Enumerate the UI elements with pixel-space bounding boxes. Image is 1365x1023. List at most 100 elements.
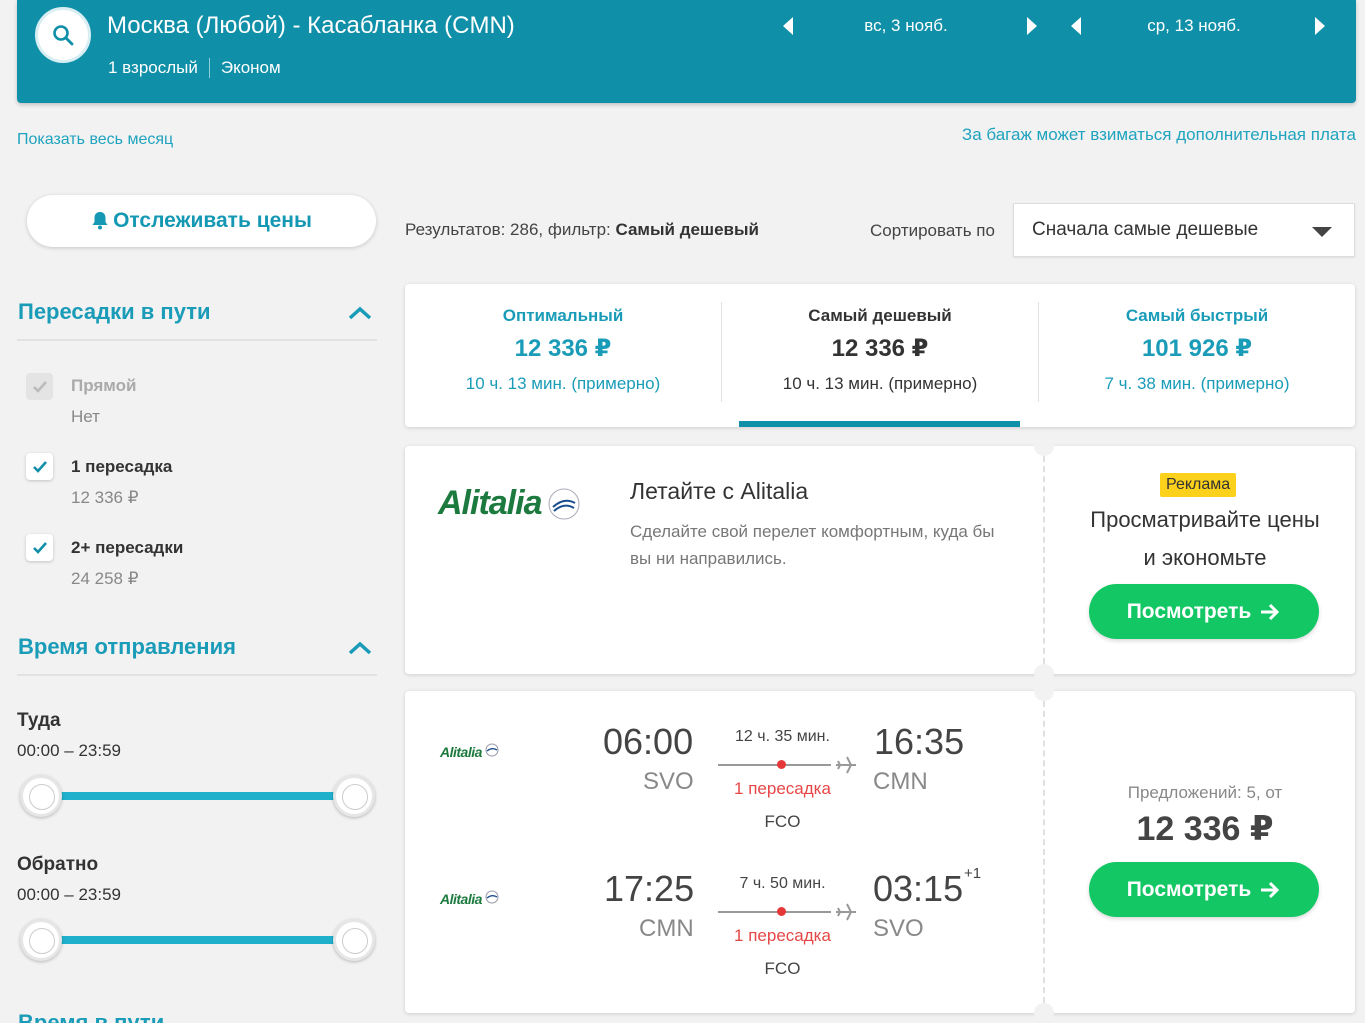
search-icon: [53, 25, 74, 46]
inbound-duration: 7 ч. 50 мин.: [739, 875, 826, 892]
route-line: [718, 764, 831, 766]
active-tab-indicator: [739, 421, 1020, 427]
results-summary: Результатов: 286, фильтр: Самый дешевый: [405, 220, 759, 240]
inbound-departure-time: 17:25: [604, 868, 695, 909]
check-icon: [32, 460, 47, 473]
outbound-time-label: Туда: [17, 710, 61, 731]
offers-count: Предложений: 5, от: [1127, 783, 1283, 802]
trip-details[interactable]: 1 взрослый Эконом: [108, 58, 281, 78]
inbound-arrival-time: 03:15: [873, 868, 964, 909]
show-month-link[interactable]: Показать весь месяц: [17, 131, 173, 149]
passengers-count: 1 взрослый: [108, 58, 198, 77]
return-next-date-icon[interactable]: [1315, 17, 1325, 35]
tab-title: Самый дешевый: [808, 306, 952, 325]
results-count: Результатов: 286, фильтр:: [405, 220, 616, 239]
card-notch: [1034, 681, 1054, 701]
inbound-arrival-airport: SVO: [873, 915, 924, 942]
track-prices-label: Отслеживать цены: [113, 209, 312, 232]
arrow-right-icon: [1261, 881, 1280, 898]
card-notch: [1034, 436, 1054, 456]
arrow-right-icon: [1261, 603, 1280, 620]
ad-badge: Реклама: [1160, 473, 1237, 497]
check-icon: [32, 541, 47, 554]
search-button[interactable]: [35, 7, 91, 63]
stops-one-checkbox[interactable]: [26, 453, 53, 480]
outbound-stops[interactable]: 1 пересадка: [715, 779, 850, 799]
tab-price: 12 336 ₽: [514, 335, 612, 362]
sort-value: Сначала самые дешевые: [1032, 219, 1259, 240]
return-time-slider[interactable]: [40, 936, 354, 944]
tab-price: 12 336 ₽: [831, 335, 929, 362]
depart-date[interactable]: вс, 3 нояб.: [826, 16, 986, 36]
outbound-slider-end-handle[interactable]: [333, 775, 375, 817]
tab-price: 101 926 ₽: [1141, 335, 1253, 362]
stops-filter-title[interactable]: Пересадки в пути: [18, 299, 211, 325]
return-slider-end-handle[interactable]: [333, 919, 375, 961]
stops-two-plus-checkbox[interactable]: [26, 534, 53, 561]
ad-text: Сделайте свой перелет комфортным, куда б…: [630, 522, 995, 568]
return-prev-date-icon[interactable]: [1071, 17, 1081, 35]
ad-title: Летайте с Alitalia: [630, 478, 809, 504]
ad-card[interactable]: Alitalia Летайте с Alitalia Сделайте сво…: [405, 436, 1355, 684]
departure-time-filter-title[interactable]: Время отправления: [18, 634, 236, 660]
skyteam-icon: [485, 890, 499, 904]
chevron-down-icon: [1312, 227, 1332, 237]
cabin-class: Эконом: [220, 58, 281, 77]
outbound-time-slider[interactable]: [40, 792, 354, 800]
stop-dot: [777, 760, 786, 769]
depart-prev-date-icon[interactable]: [783, 17, 793, 35]
next-day-indicator: +1: [964, 865, 982, 882]
sort-select[interactable]: Сначала самые дешевые: [1013, 203, 1355, 257]
chevron-up-icon[interactable]: [347, 640, 373, 656]
return-date[interactable]: ср, 13 нояб.: [1114, 16, 1274, 36]
baggage-note-link[interactable]: За багаж может взиматься дополнительная …: [962, 125, 1356, 145]
card-notch: [1034, 1003, 1054, 1023]
airline-logo: Alitalia: [440, 743, 499, 760]
divider: [17, 674, 377, 676]
sort-label: Сортировать по: [870, 221, 995, 240]
inbound-departure-airport: CMN: [639, 915, 694, 942]
outbound-duration: 12 ч. 35 мин.: [735, 728, 830, 745]
return-time-range: 00:00 – 23:59: [17, 885, 121, 904]
tab-cheapest[interactable]: Самый дешевый 12 336 ₽ 10 ч. 13 мин. (пр…: [722, 284, 1038, 427]
flight-view-button-label: Посмотреть: [1126, 877, 1252, 901]
return-time-label: Обратно: [17, 854, 99, 875]
flight-view-button[interactable]: Посмотреть: [1089, 862, 1319, 917]
duration-filter-title[interactable]: Время в пути: [18, 1010, 164, 1023]
route-title[interactable]: Москва (Любой) - Касабланка (CMN): [107, 12, 515, 40]
flight-result-card[interactable]: Alitalia 06:00 SVO 12 ч. 35 мин. 1 перес…: [405, 681, 1355, 1023]
ad-promo-text: Просматривайте цены и экономьте: [1090, 507, 1320, 570]
tab-fastest[interactable]: Самый быстрый 101 926 ₽ 7 ч. 38 мин. (пр…: [1039, 284, 1355, 427]
inbound-stops[interactable]: 1 пересадка: [715, 926, 850, 946]
return-slider-start-handle[interactable]: [20, 919, 62, 961]
divider: [1043, 456, 1045, 664]
plane-icon: [836, 756, 856, 774]
stops-direct-label: Прямой: [71, 376, 137, 395]
flight-price: 12 336 ₽: [1136, 810, 1274, 848]
search-header[interactable]: Москва (Любой) - Касабланка (CMN) 1 взро…: [17, 0, 1356, 103]
outbound-departure-time: 06:00: [603, 721, 694, 762]
tab-optimal[interactable]: Оптимальный 12 336 ₽ 10 ч. 13 мин. (прим…: [405, 284, 721, 427]
outbound-slider-start-handle[interactable]: [20, 775, 62, 817]
divider: [208, 58, 210, 78]
ad-view-button[interactable]: Посмотреть: [1089, 584, 1319, 639]
ad-view-button-label: Посмотреть: [1126, 599, 1252, 623]
stops-one-label: 1 пересадка: [71, 457, 173, 476]
stops-two-plus-label: 2+ пересадки: [71, 538, 184, 557]
depart-next-date-icon[interactable]: [1027, 17, 1037, 35]
track-prices-button[interactable]: Отслеживать цены: [27, 195, 376, 247]
stops-direct-price: Нет: [71, 407, 100, 426]
divider: [17, 339, 377, 341]
alitalia-logo: Alitalia: [438, 484, 581, 523]
stops-direct-checkbox[interactable]: [26, 373, 53, 400]
chevron-up-icon[interactable]: [347, 305, 373, 321]
outbound-departure-airport: SVO: [643, 768, 694, 795]
airline-logo-text: Alitalia: [440, 744, 482, 760]
tab-duration: 10 ч. 13 мин. (примерно): [782, 374, 978, 393]
outbound-arrival-time: 16:35: [874, 721, 965, 762]
tab-duration: 7 ч. 38 мин. (примерно): [1104, 374, 1290, 393]
skyteam-icon: [485, 743, 499, 757]
bell-icon: [92, 212, 108, 230]
route-line: [718, 911, 831, 913]
outbound-arrival-airport: CMN: [873, 768, 928, 795]
